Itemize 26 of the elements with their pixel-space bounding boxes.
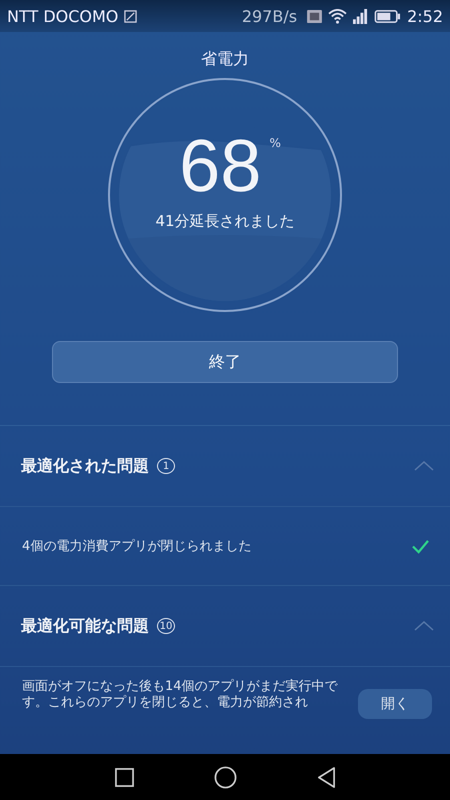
nfc-icon [307,10,322,22]
section-header[interactable]: 最適化された問題 1 [0,426,450,507]
battery-icon [374,10,402,22]
percent-sign: % [269,136,281,150]
extended-time: 41分延長されました [155,212,295,231]
count-badge: 10 [157,618,175,634]
open-button[interactable]: 開く [358,689,432,719]
clock: 2:52 [407,6,443,26]
end-button[interactable]: 終了 [52,341,398,383]
carrier-name: NTT DOCOMO [7,6,118,26]
square-icon [114,768,134,786]
section-title: 最適化可能な問題 [21,616,149,636]
network-speed: 297B/s [242,6,298,26]
circle-icon [214,766,236,788]
item-description: 画面がオフになった後も14個のアプリがまだ実行中です。これらのアプリを閉じると、電力が節約され [22,679,339,711]
battery-percent: 68 [179,124,262,208]
section-header[interactable]: 最適化可能な問題 10 [0,586,450,667]
signal-icon [353,8,368,24]
image-icon [124,10,138,22]
screen-title: 省電力 [200,48,250,70]
check-icon [411,538,430,554]
back-icon [316,766,336,788]
section-title: 最適化された問題 [21,456,149,476]
wifi-icon [328,8,348,24]
item-text: 4個の電力消費アプリが閉じられました [22,538,252,555]
count-badge: 1 [157,458,175,474]
